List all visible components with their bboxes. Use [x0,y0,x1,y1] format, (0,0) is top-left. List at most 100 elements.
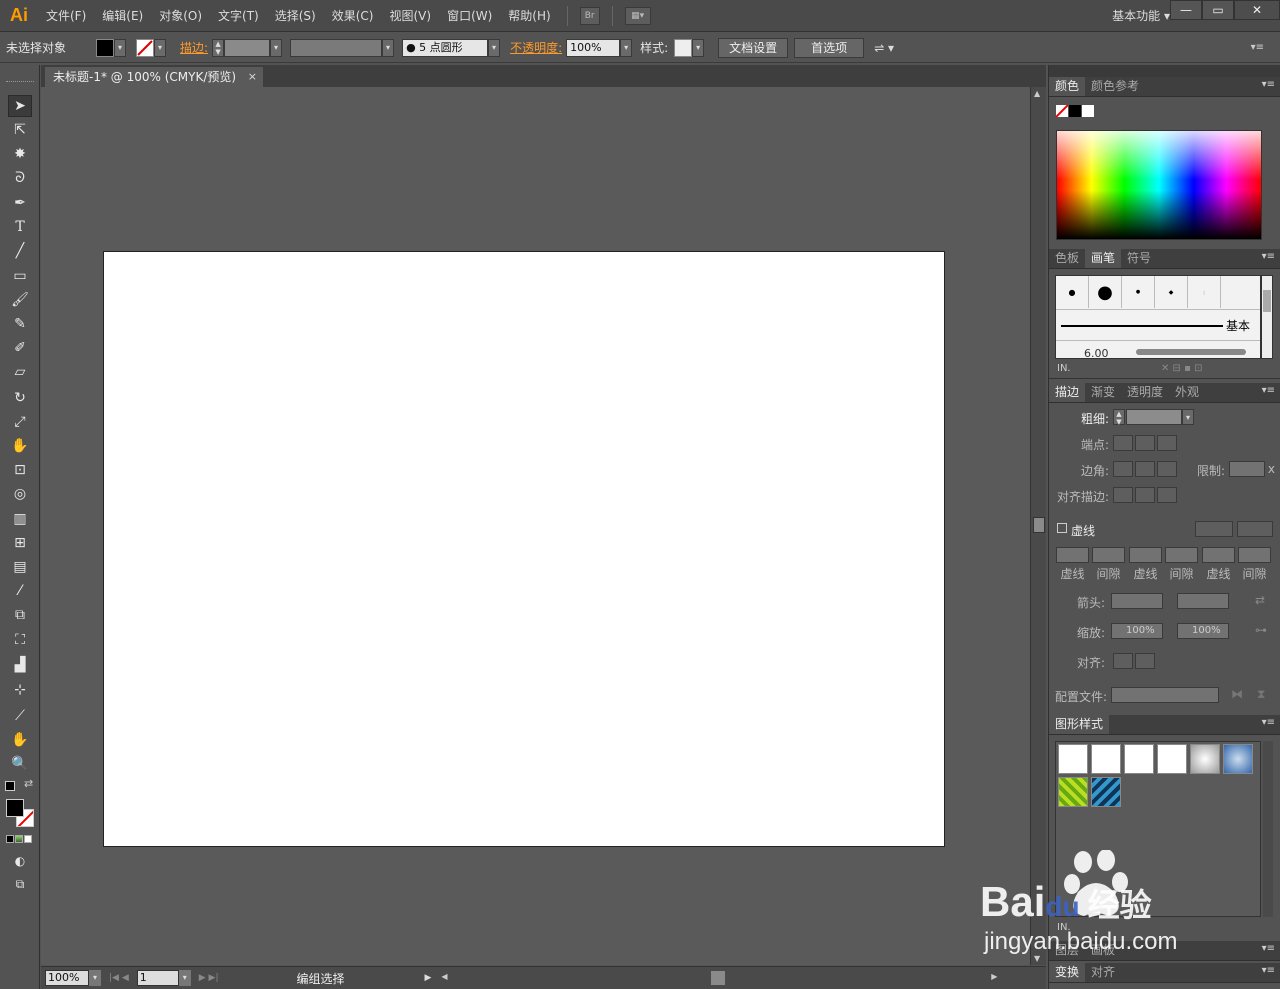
shape-builder-tool-icon[interactable]: ◎ [8,483,32,505]
artboard[interactable] [103,251,945,847]
menu-effect[interactable]: 效果(C) [324,0,382,32]
stroke-weight-dropdown[interactable]: ▾ [270,38,283,57]
close-button[interactable]: ✕ [1234,0,1280,20]
direct-selection-tool-icon[interactable]: ⇱ [8,119,32,141]
graphic-style-gray-gradient[interactable] [1190,744,1220,774]
butt-cap-button[interactable] [1113,435,1133,451]
graphic-style-shadow[interactable] [1157,744,1187,774]
stroke-panel-menu-icon[interactable]: ▾≡ [1262,385,1275,396]
slice-tool-icon[interactable]: ⟋ [8,705,32,727]
fill-swatch[interactable] [96,38,115,57]
start-scale-field[interactable]: 100% [1111,623,1163,639]
brush-item[interactable]: | [1188,276,1221,308]
limit-field[interactable] [1229,461,1265,477]
preferences-button[interactable]: 首选项 [794,37,865,58]
graphic-style-swatch[interactable] [674,38,693,57]
menu-file[interactable]: 文件(F) [38,0,94,32]
tab-stroke[interactable]: 描边 [1049,383,1086,402]
swap-arrowheads-icon[interactable]: ⇄ [1255,593,1265,607]
scroll-right-icon[interactable]: ▶ [991,972,997,981]
blend-tool-icon[interactable]: ⧉ [8,604,32,626]
arrange-documents-icon[interactable]: ▦▾ [624,6,651,25]
artboard-dropdown[interactable]: ▾ [178,970,191,986]
tab-swatches[interactable]: 色板 [1049,249,1085,268]
menu-object[interactable]: 对象(O) [151,0,210,32]
vertical-scrollbar[interactable]: ▲ ▼ [1030,87,1046,965]
minimize-button[interactable]: — [1170,0,1202,20]
tab-color-guide[interactable]: 颜色参考 [1085,77,1145,96]
column-graph-tool-icon[interactable]: ▟ [8,654,32,676]
gap-field-1[interactable] [1092,547,1125,563]
mesh-tool-icon[interactable]: ⊞ [8,532,32,554]
opacity-dropdown[interactable]: ▾ [620,38,633,57]
none-color-icon[interactable] [1056,105,1068,117]
color-spectrum[interactable] [1056,130,1262,240]
link-scale-icon[interactable]: ⊶ [1255,623,1267,637]
free-transform-tool-icon[interactable]: ⊡ [8,459,32,481]
opacity-field[interactable]: 100% [566,38,621,57]
scroll-left-icon[interactable]: ◀ [441,972,447,981]
horizontal-scrollbar[interactable]: ◀ ▶ [439,970,1000,986]
default-colors-icon[interactable] [5,781,15,791]
canvas-area[interactable] [41,87,1030,965]
color-panel-menu-icon[interactable]: ▾≡ [1262,79,1275,90]
dash-field-3[interactable] [1202,547,1235,563]
align-center-button[interactable] [1113,487,1133,503]
gap-field-3[interactable] [1238,547,1271,563]
menu-window[interactable]: 窗口(W) [439,0,500,32]
lasso-tool-icon[interactable]: ᘐ [8,167,32,189]
zoom-field[interactable]: 100% [45,970,89,986]
round-cap-button[interactable] [1135,435,1155,451]
brushes-panel-menu-icon[interactable]: ▾≡ [1262,251,1275,262]
start-arrowhead-select[interactable] [1111,593,1163,609]
graphic-style-none[interactable] [1091,744,1121,774]
end-scale-field[interactable]: 100% [1177,623,1229,639]
align-outside-button[interactable] [1157,487,1177,503]
variable-width-dropdown[interactable]: ▾ [382,38,395,57]
arrow-align-tip-button[interactable] [1113,653,1133,669]
tab-align[interactable]: 对齐 [1085,963,1121,982]
control-bar-menu-icon[interactable]: ▾≡ [1251,42,1264,53]
brush-item[interactable]: ● [1122,276,1155,308]
artboard-tool-icon[interactable]: ⊹ [8,679,32,701]
fill-dropdown[interactable]: ▾ [114,38,127,57]
profile-select[interactable] [1111,687,1219,703]
brush-definition-field[interactable]: ● 5 点圆形 [402,38,489,57]
tab-gradient[interactable]: 渐变 [1085,383,1121,402]
pen-tool-icon[interactable]: ✒ [8,192,32,214]
stroke-label[interactable]: 描边: [180,39,208,56]
tab-artboards[interactable]: 画板 [1085,941,1121,960]
stroke-swatch[interactable] [136,38,155,57]
graphic-style-dropdown[interactable]: ▾ [692,38,705,57]
rotate-tool-icon[interactable]: ↻ [8,387,32,409]
basic-brush-row[interactable]: 基本 [1056,309,1260,339]
align-inside-button[interactable] [1135,487,1155,503]
bevel-join-button[interactable] [1157,461,1177,477]
menu-type[interactable]: 文字(T) [210,0,267,32]
magic-wand-tool-icon[interactable]: ✸ [8,143,32,165]
panel-dock-grip[interactable] [1049,65,1280,77]
eyedropper-tool-icon[interactable]: ⁄ [8,580,32,602]
brush-definition-dropdown[interactable]: ▾ [488,38,501,57]
flip-along-icon[interactable]: ⧓ [1231,687,1243,701]
brush-item[interactable]: ● [1089,276,1122,308]
weight-dropdown[interactable]: ▾ [1182,409,1194,425]
tab-appearance[interactable]: 外观 [1169,383,1205,402]
weight-spinner[interactable]: ▲ ▼ [1113,409,1125,426]
scale-tool-icon[interactable]: ⤢ [8,411,32,433]
footer-action-icons[interactable]: ✕ ⊟ ▪ ⊡ [1161,363,1202,374]
white-color-icon[interactable] [1082,105,1094,117]
round-join-button[interactable] [1135,461,1155,477]
selection-tool-icon[interactable]: ➤ [8,95,32,117]
weight-field[interactable] [1126,409,1182,425]
black-color-icon[interactable] [1069,105,1081,117]
stroke-weight-field[interactable] [224,38,271,57]
scroll-up-icon[interactable]: ▲ [1034,89,1040,98]
dashed-line-checkbox[interactable] [1057,523,1067,533]
tab-symbols[interactable]: 符号 [1121,249,1157,268]
menu-edit[interactable]: 编辑(E) [94,0,151,32]
zoom-tool-icon[interactable]: 🔍 [8,753,32,775]
tab-transform[interactable]: 变换 [1049,963,1086,982]
flip-across-icon[interactable]: ⧗ [1257,687,1265,702]
transform-options-icon[interactable]: ⇌ ▾ [874,41,894,55]
